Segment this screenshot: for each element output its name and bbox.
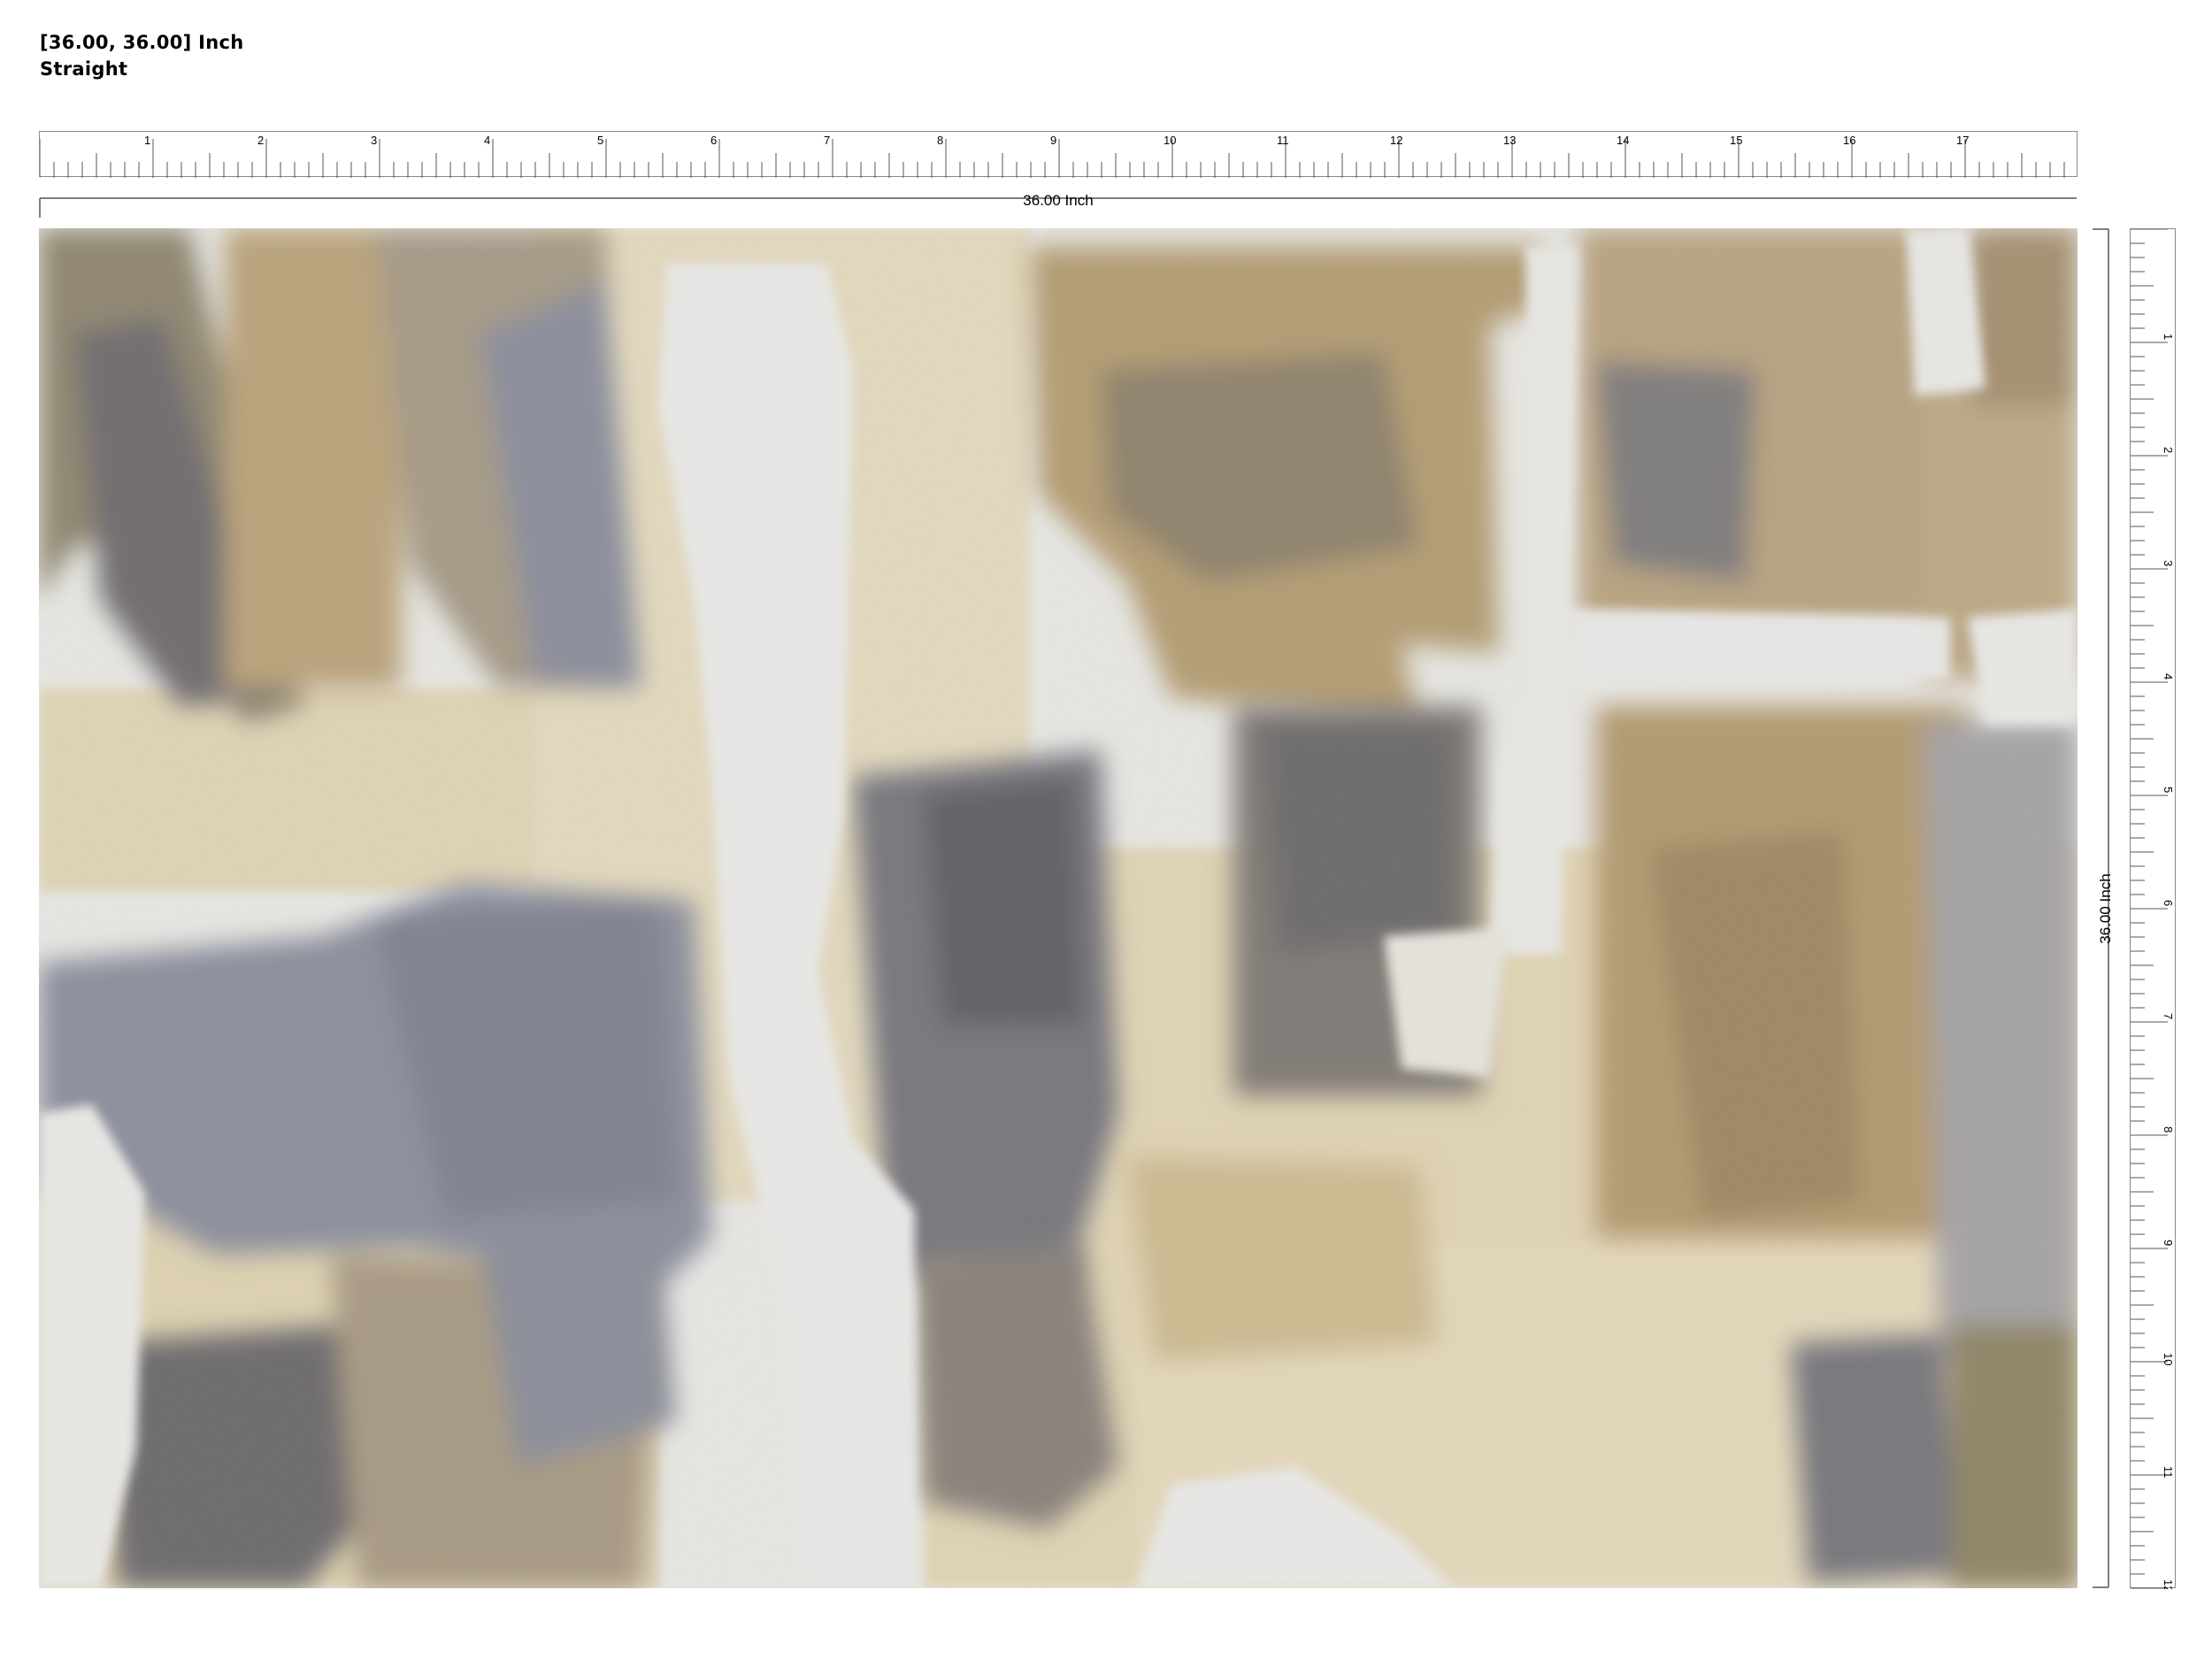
- width-dimension-label: 36.00 Inch: [1023, 192, 1094, 209]
- ruler-number: 11: [2162, 1466, 2175, 1479]
- ruler-number: 2: [2162, 447, 2175, 453]
- ruler-number: 11: [1277, 134, 1289, 147]
- ruler-number: 2: [257, 134, 264, 147]
- ruler-number: 9: [2162, 1240, 2175, 1246]
- ruler-number: 15: [1730, 134, 1742, 147]
- height-dimension-label: 36.00 Inch: [2097, 872, 2114, 944]
- ruler-number: 12: [1390, 134, 1402, 147]
- ruler-number: 6: [710, 134, 717, 147]
- ruler-number: 6: [2162, 900, 2175, 906]
- ruler-number: 1: [2162, 334, 2175, 340]
- ruler-number: 7: [824, 134, 830, 147]
- ruler-number: 1: [144, 134, 150, 147]
- ruler-number: 3: [371, 134, 377, 147]
- ruler-number: 4: [2162, 673, 2175, 680]
- width-dimension: 36.00 Inch: [39, 193, 2078, 218]
- ruler-number: 14: [1617, 134, 1629, 147]
- size-readout: [36.00, 36.00] Inch: [40, 32, 244, 53]
- ruler-number: 5: [597, 134, 603, 147]
- ruler-number: 10: [1164, 134, 1176, 147]
- ruler-number: 5: [2162, 787, 2175, 793]
- ruler-number: 9: [1050, 134, 1056, 147]
- vertical-ruler: 1 2 3 4 5 6 7 8 9 10 11 12: [2130, 228, 2176, 1589]
- height-dimension: 36.00 Inch: [2093, 228, 2119, 1588]
- horizontal-ruler: 1 2 3 4 5 6 7 8 9 10 11 12 13 14 15 16 17: [39, 131, 2078, 178]
- ruler-number: 17: [1956, 134, 1969, 147]
- ruler-number: 8: [937, 134, 943, 147]
- ruler-number: 7: [2162, 1013, 2175, 1019]
- ruler-number: 10: [2162, 1353, 2175, 1365]
- ruler-number: 4: [484, 134, 490, 147]
- ruler-number: 16: [1843, 134, 1855, 147]
- rug-pattern-preview: [39, 228, 2078, 1588]
- ruler-number: 3: [2162, 560, 2175, 566]
- layout-mode-label: Straight: [40, 58, 128, 80]
- ruler-number: 8: [2162, 1126, 2175, 1133]
- ruler-number: 12: [2162, 1579, 2175, 1589]
- ruler-number: 13: [1503, 134, 1516, 147]
